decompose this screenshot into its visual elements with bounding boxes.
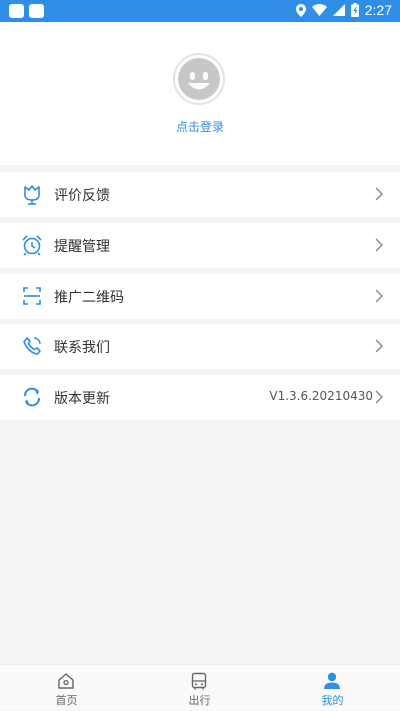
login-link[interactable]: 点击登录 xyxy=(0,118,400,135)
menu-item-reminders[interactable]: 提醒管理 xyxy=(0,223,400,268)
battery-icon xyxy=(350,3,359,17)
wifi-icon xyxy=(311,4,327,16)
version-number: V1.3.6.20210430 xyxy=(269,389,373,403)
phone-icon xyxy=(23,337,41,355)
profile-header: 点击登录 xyxy=(0,22,400,165)
home-icon xyxy=(58,673,74,689)
menu-item-promo-qrcode[interactable]: 推广二维码 xyxy=(0,274,400,319)
chevron-right-icon xyxy=(375,390,383,404)
user-icon xyxy=(324,672,340,689)
signal-icon xyxy=(332,4,345,16)
tab-mine[interactable]: 我的 xyxy=(266,665,399,711)
tab-label: 我的 xyxy=(321,694,344,707)
refresh-icon xyxy=(24,387,40,407)
menu-item-version-update[interactable]: 版本更新 V1.3.6.20210430 xyxy=(0,375,400,420)
tab-travel[interactable]: 出行 xyxy=(133,665,266,711)
bottom-tab-bar: 首页 出行 我的 xyxy=(0,664,400,710)
tulip-icon xyxy=(24,185,40,205)
notification-icon xyxy=(29,4,44,18)
menu-label: 评价反馈 xyxy=(54,188,110,204)
status-time: 2:27 xyxy=(364,2,392,18)
status-bar: 2:27 xyxy=(0,0,400,22)
chevron-right-icon xyxy=(375,238,383,252)
scan-icon xyxy=(23,287,41,305)
menu-label: 推广二维码 xyxy=(54,290,124,306)
notification-icon xyxy=(9,4,24,18)
menu-label: 提醒管理 xyxy=(54,239,110,255)
location-icon xyxy=(295,3,306,17)
chevron-right-icon xyxy=(375,289,383,303)
menu-item-contact-us[interactable]: 联系我们 xyxy=(0,324,400,369)
menu-item-feedback[interactable]: 评价反馈 xyxy=(0,172,400,217)
notification-icons xyxy=(9,4,44,18)
tab-label: 出行 xyxy=(188,694,211,707)
chevron-right-icon xyxy=(375,339,383,353)
chevron-right-icon xyxy=(375,187,383,201)
tab-label: 首页 xyxy=(55,694,78,707)
avatar-placeholder-icon xyxy=(178,58,220,100)
bus-icon xyxy=(191,672,207,690)
menu-label: 联系我们 xyxy=(54,340,110,356)
avatar[interactable] xyxy=(173,53,225,105)
tab-home[interactable]: 首页 xyxy=(0,665,133,711)
alarm-clock-icon xyxy=(22,235,42,256)
menu-label: 版本更新 xyxy=(54,391,110,407)
